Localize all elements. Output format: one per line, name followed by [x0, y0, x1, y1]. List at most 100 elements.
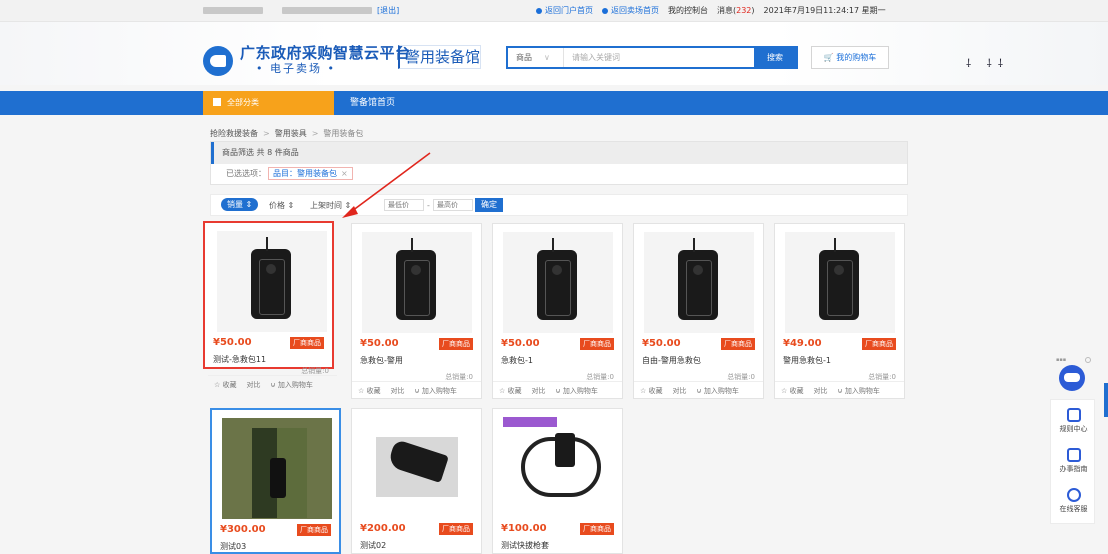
compare-button[interactable]: 对比	[663, 386, 687, 396]
product-image[interactable]	[785, 232, 895, 333]
product-price: ¥100.00	[501, 523, 547, 534]
vendor-badge: 厂商商品	[721, 338, 755, 350]
mall-home-link[interactable]: 返回卖场首页	[602, 5, 659, 16]
mall-icon	[602, 8, 608, 14]
product-card[interactable]: ¥200.00 厂商商品 测试02	[351, 408, 482, 554]
platform-logo-icon	[203, 46, 233, 76]
breadcrumb-item[interactable]: 抢险救援装备	[210, 129, 258, 138]
document-icon	[1066, 448, 1081, 462]
assistant-robot-icon[interactable]	[1059, 365, 1085, 391]
price-confirm-button[interactable]: 确定	[475, 198, 503, 212]
sort-by-sales[interactable]: 销量 ⇕	[221, 198, 259, 211]
selected-filter-tag[interactable]: 品目：警用装备包 ×	[268, 167, 353, 180]
vendor-badge: 厂商商品	[580, 523, 614, 535]
product-card[interactable]: ¥50.00 厂商商品 自由-警用急救包 总销量:0 ☆ 收藏 对比 ⊍ 加入购…	[633, 223, 764, 399]
filter-panel: 商品筛选 共 8 件商品 已选选项： 品目：警用装备包 ×	[210, 141, 908, 185]
vendor-badge: 厂商商品	[580, 338, 614, 350]
blurred-org	[282, 7, 372, 14]
product-card[interactable]: ¥50.00 厂商商品 急救包-1 总销量:0 ☆ 收藏 对比 ⊍ 加入购物车	[492, 223, 623, 399]
product-name[interactable]: 警用急救包-1	[783, 355, 831, 366]
sort-by-listing-time[interactable]: 上架时间 ⇕	[310, 200, 351, 211]
search-category-select[interactable]: 商品 ∨	[508, 48, 564, 67]
home-icon	[536, 8, 542, 14]
compare-button[interactable]: 对比	[522, 386, 546, 396]
product-card[interactable]: ¥50.00 厂商商品 急救包-警用 总销量:0 ☆ 收藏 对比 ⊍ 加入购物车	[351, 223, 482, 399]
header: 广东政府采购智慧云平台 • 电子卖场 • 警用装备馆 商品∨ 搜索 🛒 我的购物…	[0, 22, 1108, 85]
product-price: ¥200.00	[360, 523, 406, 534]
side-menu: 规则中心 办事指南 在线客服	[1050, 399, 1095, 524]
blurred-username	[203, 7, 263, 14]
platform-subtitle: • 电子卖场 •	[256, 62, 336, 75]
favorite-button[interactable]: ☆ 收藏	[352, 386, 381, 396]
rules-center-link[interactable]: 规则中心	[1051, 408, 1096, 434]
product-price: ¥50.00	[501, 338, 540, 349]
product-image[interactable]	[222, 418, 332, 519]
cart-button[interactable]: 🛒 我的购物车	[811, 46, 889, 69]
add-to-cart-button[interactable]: ⊍ 加入购物车	[687, 386, 739, 396]
compare-button[interactable]: 对比	[381, 386, 405, 396]
product-card[interactable]: ¥100.00 厂商商品 测试快拔枪套	[492, 408, 623, 554]
price-max-input[interactable]	[433, 199, 473, 211]
breadcrumb: 抢险救援装备 > 警用装具 > 警用装备包	[210, 129, 364, 138]
product-card[interactable]: ¥49.00 厂商商品 警用急救包-1 总销量:0 ☆ 收藏 对比 ⊍ 加入购物…	[774, 223, 905, 399]
logout-link[interactable]: [退出]	[377, 5, 399, 16]
price-min-input[interactable]	[384, 199, 424, 211]
card-actions: ☆ 收藏 对比 ⊍ 加入购物车	[634, 381, 763, 400]
favorite-button[interactable]: ☆ 收藏	[208, 380, 237, 390]
card-actions: ☆ 收藏 对比 ⊍ 加入购物车	[208, 375, 337, 394]
sort-bar: 销量 ⇕ 价格 ⇕ 上架时间 ⇕ - 确定	[210, 194, 908, 216]
vendor-badge: 厂商商品	[439, 338, 473, 350]
search-input[interactable]	[564, 48, 754, 67]
settings-icon[interactable]	[1085, 357, 1091, 363]
card-footer-under-highlight: 总销量:0 ☆ 收藏 对比 ⊍ 加入购物车	[207, 345, 338, 400]
menu-icon	[213, 98, 221, 106]
console-link[interactable]: 我的控制台	[668, 5, 708, 16]
breadcrumb-item[interactable]: 警用装具	[275, 129, 307, 138]
favorite-button[interactable]: ☆ 收藏	[493, 386, 522, 396]
product-name[interactable]: 急救包-警用	[360, 355, 403, 366]
vendor-badge: 厂商商品	[297, 524, 331, 536]
section-title: 警用装备馆	[398, 45, 482, 69]
product-image[interactable]	[503, 417, 613, 518]
side-hint-text: ▪▪▪	[1056, 357, 1067, 363]
rules-icon	[1066, 408, 1081, 422]
online-service-link[interactable]: 在线客服	[1051, 488, 1096, 514]
remove-filter-icon[interactable]: ×	[341, 169, 348, 178]
add-to-cart-button[interactable]: ⊍ 加入购物车	[261, 380, 313, 390]
guide-link[interactable]: 办事指南	[1051, 448, 1096, 474]
top-links: 返回门户首页 返回卖场首页 我的控制台 消息(232) 2021年7月19日11…	[536, 5, 886, 16]
top-bar: [退出] 返回门户首页 返回卖场首页 我的控制台 消息(232) 2021年7月…	[0, 0, 1108, 22]
search-button[interactable]: 搜索	[754, 48, 796, 67]
nav-home-link[interactable]: 警备馆首页	[350, 91, 395, 115]
product-price: ¥50.00	[360, 338, 399, 349]
compare-button[interactable]: 对比	[804, 386, 828, 396]
card-actions: ☆ 收藏 对比 ⊍ 加入购物车	[493, 381, 622, 400]
sort-by-price[interactable]: 价格 ⇕	[269, 200, 294, 211]
messages-link[interactable]: 消息(232)	[717, 5, 755, 16]
add-to-cart-button[interactable]: ⊍ 加入购物车	[546, 386, 598, 396]
message-count: 232	[736, 6, 752, 15]
product-name[interactable]: 测试02	[360, 540, 386, 551]
product-image[interactable]	[644, 232, 754, 333]
all-categories-button[interactable]: 全部分类	[203, 91, 334, 115]
card-actions: ☆ 收藏 对比 ⊍ 加入购物车	[775, 381, 904, 400]
vendor-badge: 厂商商品	[439, 523, 473, 535]
product-card[interactable]: ¥300.00 厂商商品 测试03	[210, 408, 341, 554]
product-name[interactable]: 急救包-1	[501, 355, 533, 366]
product-image[interactable]	[362, 417, 472, 518]
product-image[interactable]	[503, 232, 613, 333]
product-name[interactable]: 测试快拔枪套	[501, 540, 549, 551]
product-name[interactable]: 自由-警用急救包	[642, 355, 701, 366]
add-to-cart-button[interactable]: ⊍ 加入购物车	[828, 386, 880, 396]
product-image[interactable]	[362, 232, 472, 333]
product-name[interactable]: 测试03	[220, 541, 246, 552]
add-to-cart-button[interactable]: ⊍ 加入购物车	[405, 386, 457, 396]
product-image[interactable]	[217, 231, 327, 332]
card-actions: ☆ 收藏 对比 ⊍ 加入购物车	[352, 381, 481, 400]
favorite-button[interactable]: ☆ 收藏	[775, 386, 804, 396]
favorite-button[interactable]: ☆ 收藏	[634, 386, 663, 396]
portal-home-link[interactable]: 返回门户首页	[536, 5, 593, 16]
side-edge-tab[interactable]	[1104, 383, 1108, 417]
nav-bar: 全部分类 警备馆首页	[0, 91, 1108, 115]
compare-button[interactable]: 对比	[237, 380, 261, 390]
